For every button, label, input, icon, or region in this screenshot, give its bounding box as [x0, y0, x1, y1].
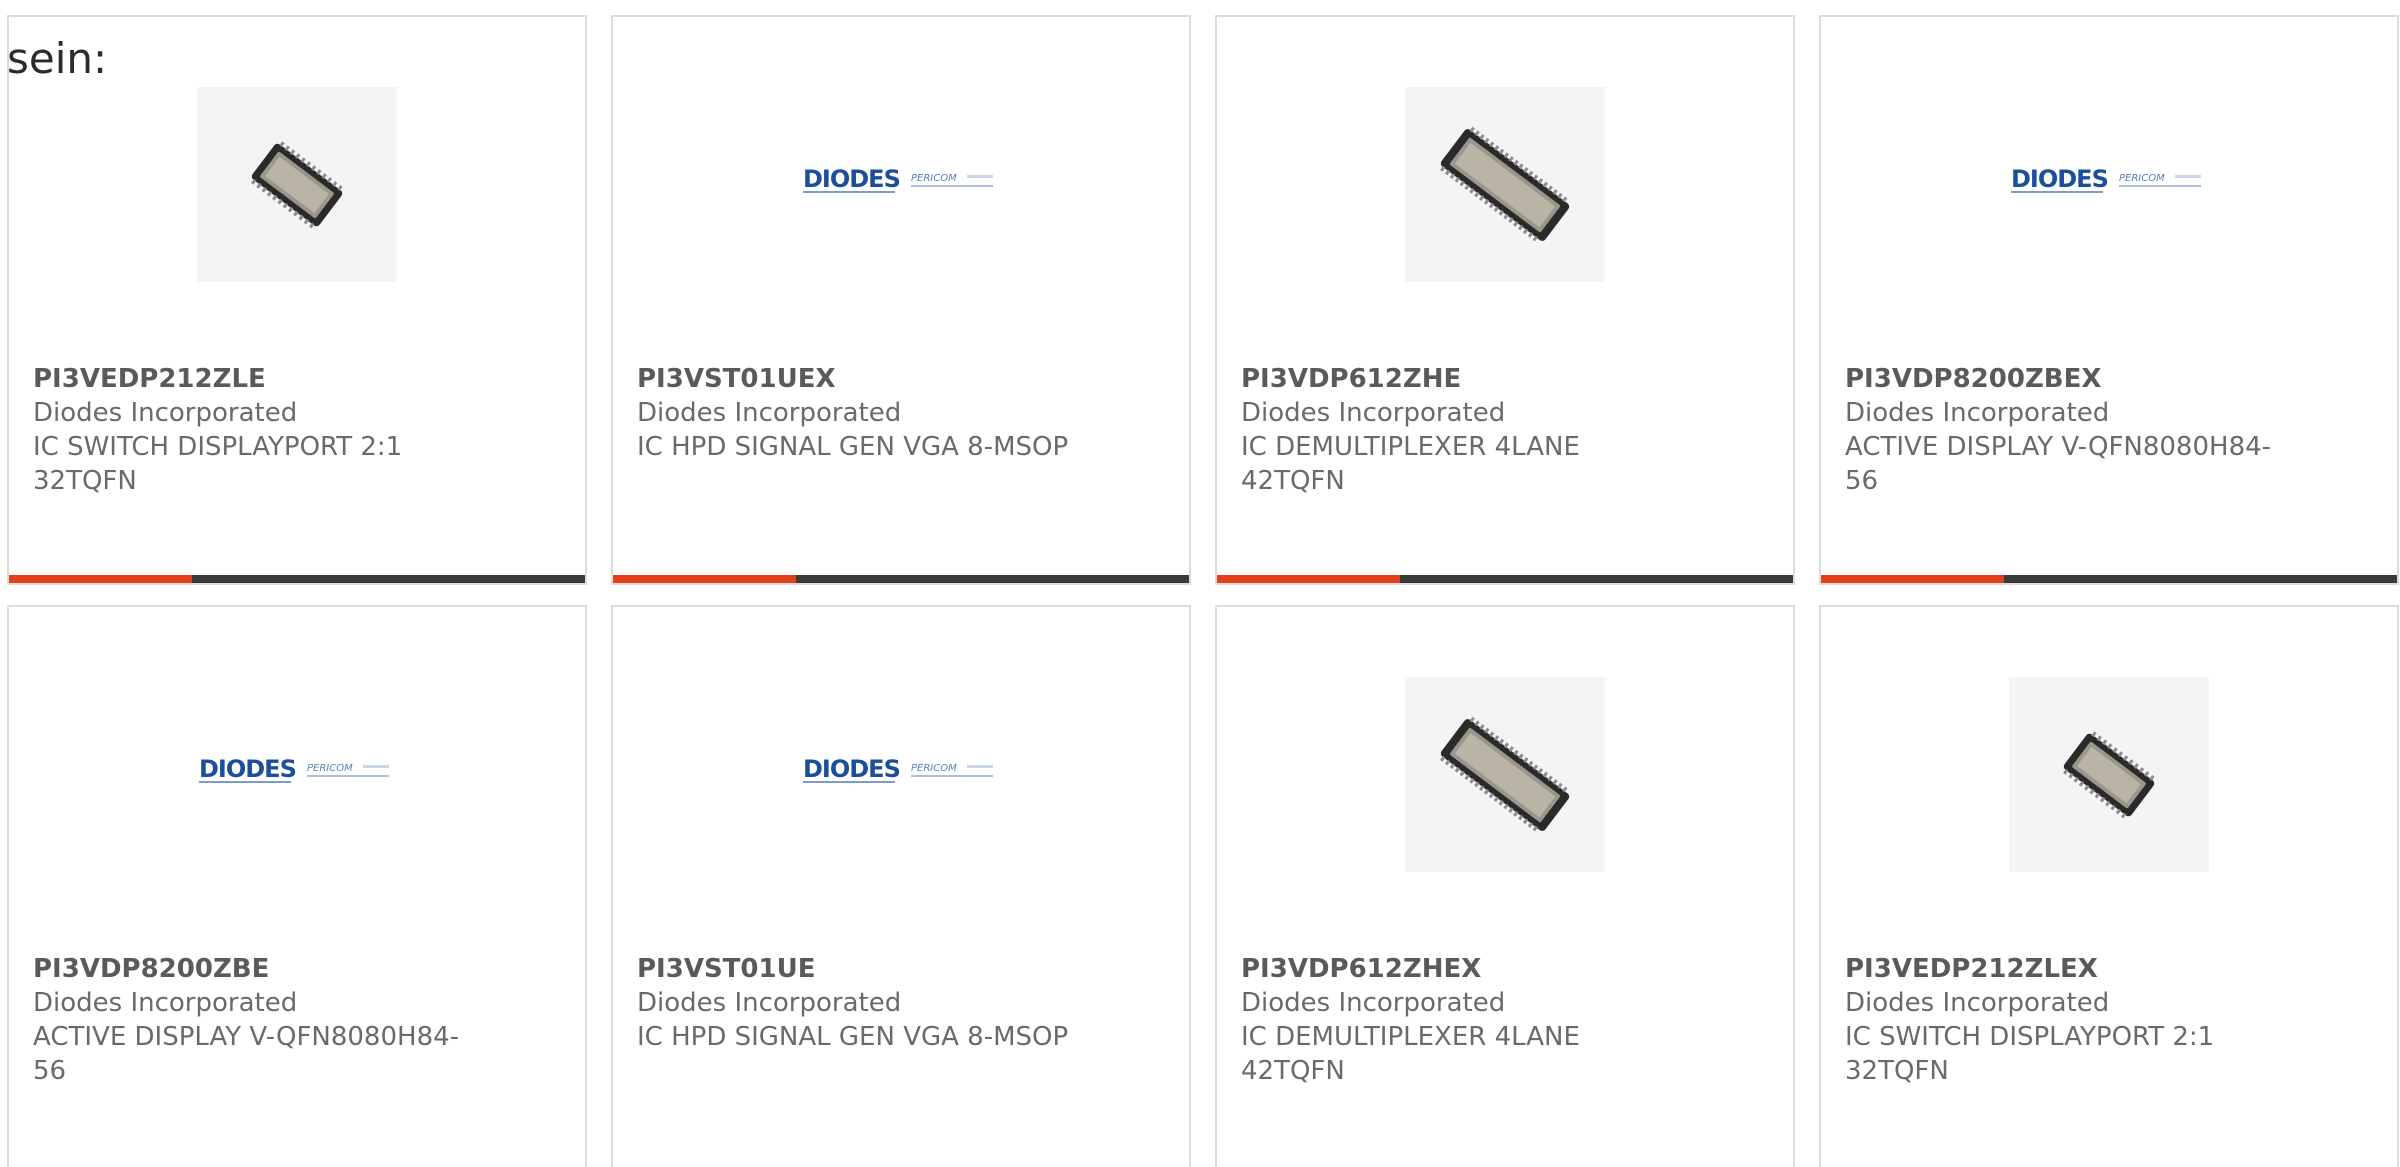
chip-photo-icon	[197, 87, 397, 282]
product-image[interactable]	[1217, 672, 1793, 877]
svg-text:DIODES: DIODES	[803, 755, 900, 783]
product-card[interactable]: PI3VDP612ZHE Diodes Incorporated IC DEMULT…	[1215, 15, 1795, 585]
part-number[interactable]: PI3VDP8200ZBE	[33, 952, 473, 986]
diodes-logo-icon: DIODES PERICOM	[801, 753, 1001, 797]
product-description: IC DEMULTIPLEXER 4LANE 42TQFN	[1241, 1022, 1580, 1086]
svg-text:PERICOM: PERICOM	[911, 763, 957, 774]
chip-photo-icon	[1405, 677, 1605, 872]
product-description: ACTIVE DISPLAY V-QFN8080H84-56	[33, 1022, 460, 1086]
card-accent-bar	[9, 575, 192, 583]
diodes-logo-icon: DIODES PERICOM	[801, 163, 1001, 207]
product-image[interactable]	[1821, 672, 2397, 877]
part-number[interactable]: PI3VST01UEX	[637, 362, 1077, 396]
page: sein: PI3VEDP212ZLE Diodes Incorporated IC…	[0, 0, 2400, 1167]
product-card[interactable]: DIODES PERICOM PI3VST01UEX Diodes Incorpora…	[611, 15, 1191, 585]
card-bottom-bar	[9, 575, 585, 583]
svg-text:PERICOM: PERICOM	[2119, 173, 2165, 184]
product-description: IC HPD SIGNAL GEN VGA 8-MSOP	[637, 432, 1069, 462]
product-image[interactable]	[1217, 82, 1793, 287]
chip-photo-icon	[1405, 87, 1605, 282]
product-image[interactable]: DIODES PERICOM	[613, 672, 1189, 877]
chip-photo-icon	[2009, 677, 2209, 872]
diodes-logo-icon: DIODES PERICOM	[197, 753, 397, 797]
part-number[interactable]: PI3VEDP212ZLE	[33, 362, 473, 396]
manufacturer: Diodes Incorporated	[33, 988, 298, 1018]
svg-text:DIODES: DIODES	[2011, 165, 2108, 193]
svg-text:DIODES: DIODES	[199, 755, 296, 783]
part-number[interactable]: PI3VDP8200ZBEX	[1845, 362, 2285, 396]
product-image[interactable]: DIODES PERICOM	[1821, 82, 2397, 287]
part-number[interactable]: PI3VST01UE	[637, 952, 1077, 986]
product-info: PI3VST01UE Diodes Incorporated IC HPD SIGN…	[637, 952, 1077, 1054]
manufacturer: Diodes Incorporated	[1241, 988, 1506, 1018]
product-card[interactable]: PI3VDP612ZHEX Diodes Incorporated IC DEMUL…	[1215, 605, 1795, 1167]
manufacturer: Diodes Incorporated	[1241, 398, 1506, 428]
product-image[interactable]	[9, 82, 585, 287]
product-info: PI3VDP8200ZBE Diodes Incorporated ACTIVE D…	[33, 952, 473, 1088]
product-image[interactable]: DIODES PERICOM	[613, 82, 1189, 287]
card-bottom-bar	[613, 575, 1189, 583]
card-bottom-bar	[1217, 575, 1793, 583]
part-number[interactable]: PI3VEDP212ZLEX	[1845, 952, 2285, 986]
card-accent-bar	[1217, 575, 1400, 583]
product-description: IC SWITCH DISPLAYPORT 2:1 32TQFN	[33, 432, 403, 496]
manufacturer: Diodes Incorporated	[637, 988, 902, 1018]
product-description: IC SWITCH DISPLAYPORT 2:1 32TQFN	[1845, 1022, 2215, 1086]
svg-text:PERICOM: PERICOM	[307, 763, 353, 774]
svg-text:DIODES: DIODES	[803, 165, 900, 193]
intro-text: sein:	[7, 34, 108, 83]
product-card[interactable]: DIODES PERICOM PI3VDP8200ZBE Diodes Incorpo…	[7, 605, 587, 1167]
product-card[interactable]: PI3VEDP212ZLEX Diodes Incorporated IC SWIT…	[1819, 605, 2399, 1167]
product-info: PI3VDP612ZHE Diodes Incorporated IC DEMULT…	[1241, 362, 1681, 498]
part-number[interactable]: PI3VDP612ZHE	[1241, 362, 1681, 396]
product-grid: PI3VEDP212ZLE Diodes Incorporated IC SWITC…	[7, 15, 2400, 1167]
product-card[interactable]: DIODES PERICOM PI3VDP8200ZBEX Diodes Incorp…	[1819, 15, 2399, 585]
manufacturer: Diodes Incorporated	[637, 398, 902, 428]
product-info: PI3VST01UEX Diodes Incorporated IC HPD SIG…	[637, 362, 1077, 464]
manufacturer: Diodes Incorporated	[33, 398, 298, 428]
product-card[interactable]: PI3VEDP212ZLE Diodes Incorporated IC SWITC…	[7, 15, 587, 585]
manufacturer: Diodes Incorporated	[1845, 988, 2110, 1018]
product-description: ACTIVE DISPLAY V-QFN8080H84-56	[1845, 432, 2272, 496]
part-number[interactable]: PI3VDP612ZHEX	[1241, 952, 1681, 986]
card-bottom-bar	[1821, 575, 2397, 583]
svg-text:PERICOM: PERICOM	[911, 173, 957, 184]
card-accent-bar	[1821, 575, 2004, 583]
product-info: PI3VDP8200ZBEX Diodes Incorporated ACTIVE …	[1845, 362, 2285, 498]
product-card[interactable]: DIODES PERICOM PI3VST01UE Diodes Incorporat…	[611, 605, 1191, 1167]
product-info: PI3VDP612ZHEX Diodes Incorporated IC DEMUL…	[1241, 952, 1681, 1088]
card-accent-bar	[613, 575, 796, 583]
diodes-logo-icon: DIODES PERICOM	[2009, 163, 2209, 207]
manufacturer: Diodes Incorporated	[1845, 398, 2110, 428]
product-image[interactable]: DIODES PERICOM	[9, 672, 585, 877]
product-description: IC DEMULTIPLEXER 4LANE 42TQFN	[1241, 432, 1580, 496]
product-info: PI3VEDP212ZLE Diodes Incorporated IC SWITC…	[33, 362, 473, 498]
product-description: IC HPD SIGNAL GEN VGA 8-MSOP	[637, 1022, 1069, 1052]
product-info: PI3VEDP212ZLEX Diodes Incorporated IC SWIT…	[1845, 952, 2285, 1088]
